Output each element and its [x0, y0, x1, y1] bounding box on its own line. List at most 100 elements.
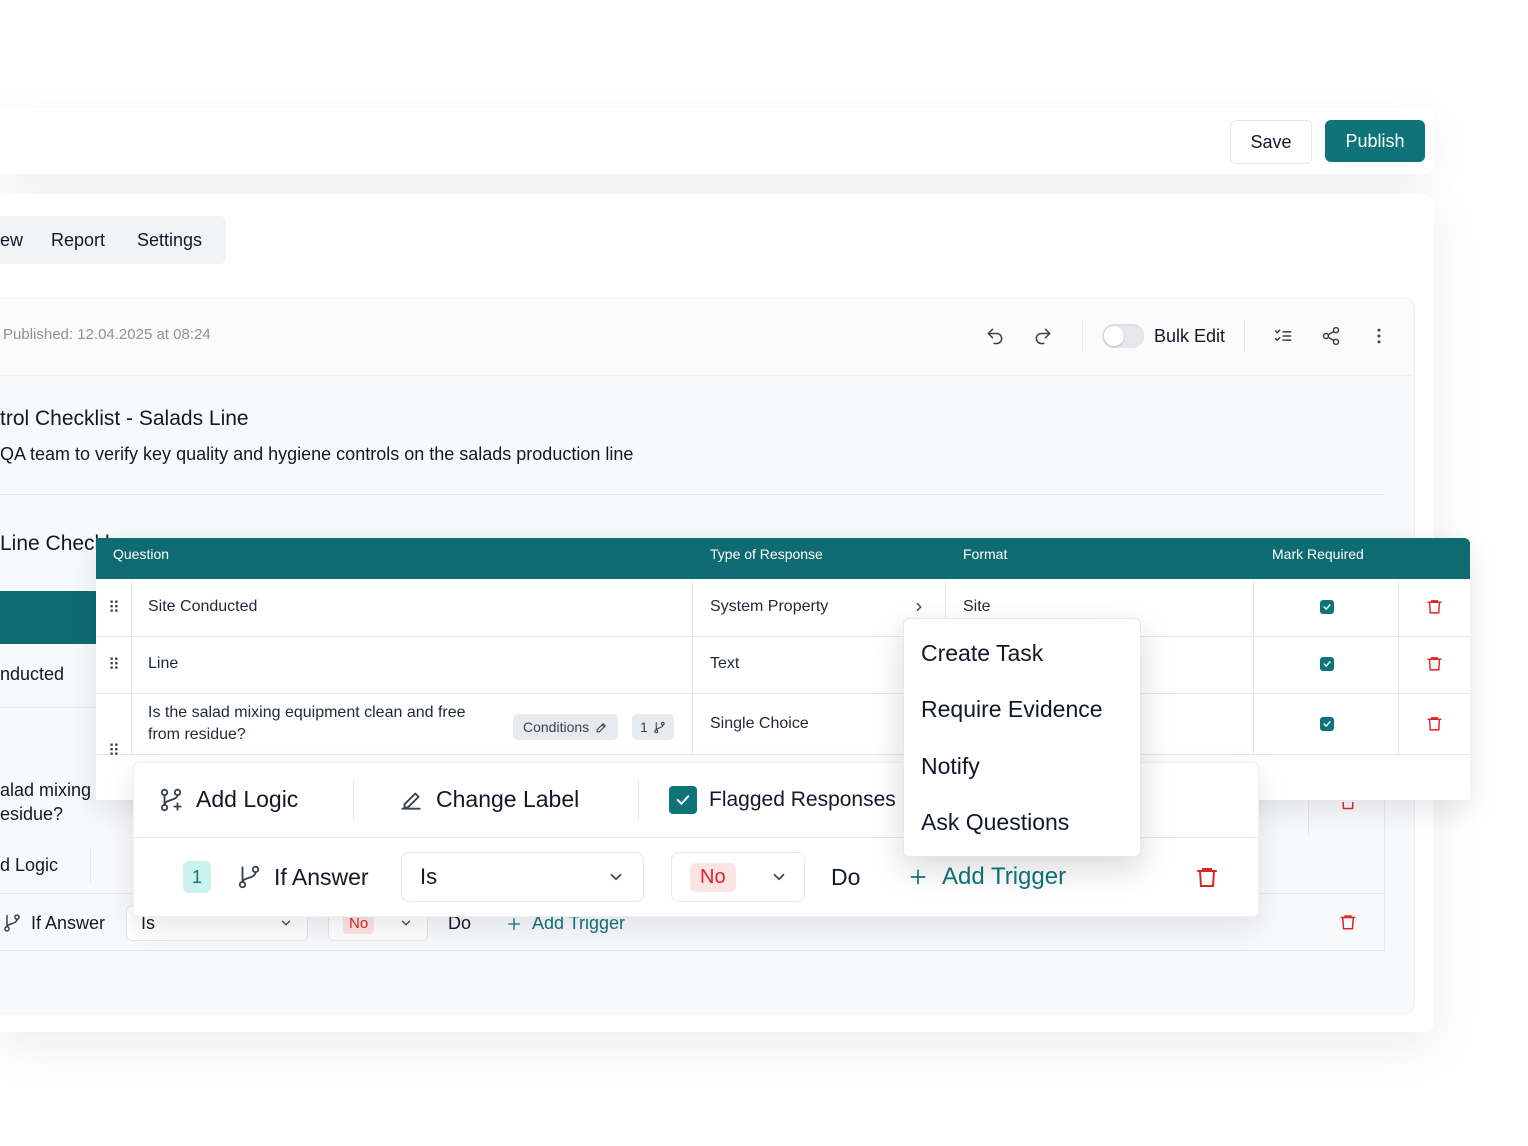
branch-icon: [236, 864, 262, 890]
required-checkbox[interactable]: [1320, 717, 1334, 731]
menu-item-notify[interactable]: Notify: [921, 753, 980, 780]
drag-handle-icon[interactable]: ⠿: [108, 741, 120, 761]
answer-value: No: [690, 862, 736, 892]
bg-border: [1384, 800, 1385, 950]
undo-icon[interactable]: [985, 326, 1005, 346]
publish-button[interactable]: Publish: [1325, 120, 1425, 162]
add-trigger-button[interactable]: Add Trigger: [908, 863, 1066, 891]
chevron-down-icon: [399, 916, 413, 930]
menu-item-create-task[interactable]: Create Task: [921, 640, 1043, 667]
logic-divider: [638, 780, 639, 820]
share-icon[interactable]: [1321, 326, 1341, 346]
tab-settings[interactable]: Settings: [137, 230, 202, 251]
row-divider: [96, 754, 1470, 755]
operator-select[interactable]: Is: [401, 852, 644, 902]
flagged-checkbox[interactable]: [669, 786, 697, 814]
column-divider: [1253, 579, 1254, 755]
question-cell[interactable]: Line: [148, 655, 178, 673]
format-cell[interactable]: Site: [963, 598, 991, 616]
flagged-label: Flagged Responses: [709, 788, 896, 811]
trash-icon[interactable]: [1426, 598, 1443, 615]
trash-icon[interactable]: [1426, 655, 1443, 672]
section-divider: [0, 494, 1385, 495]
pencil-icon: [398, 787, 424, 813]
drag-handle-icon[interactable]: ⠿: [108, 655, 120, 675]
chevron-down-icon: [607, 868, 625, 886]
row-divider: [96, 636, 1470, 637]
response-type-cell[interactable]: Text: [710, 655, 739, 673]
toolbar-divider: [1244, 321, 1245, 351]
column-divider: [692, 579, 693, 755]
selected-row-highlight: [0, 591, 100, 644]
answer-select[interactable]: No: [671, 852, 805, 902]
add-trigger-label: Add Trigger: [942, 863, 1067, 890]
menu-item-require-evidence[interactable]: Require Evidence: [921, 696, 1103, 723]
chevron-down-icon: [770, 868, 788, 886]
trash-icon[interactable]: [1195, 865, 1219, 889]
required-checkbox[interactable]: [1320, 657, 1334, 671]
checklist-icon[interactable]: [1273, 326, 1293, 346]
branch-count-badge[interactable]: 1: [632, 714, 674, 740]
question-cell[interactable]: from residue?: [148, 726, 246, 744]
bg-if-answer: If Answer: [31, 913, 106, 933]
response-type-cell[interactable]: Single Choice: [710, 715, 809, 733]
branch-count: 1: [640, 719, 648, 735]
save-button[interactable]: Save: [1230, 120, 1312, 164]
row-divider: [96, 693, 1470, 694]
column-header-question: Question: [113, 546, 170, 562]
checklist-title: trol Checklist - Salads Line: [0, 407, 249, 430]
bulk-edit-label: Bulk Edit: [1154, 326, 1226, 346]
bg-question-text: alad mixing: [0, 780, 92, 800]
question-cell[interactable]: Is the salad mixing equipment clean and …: [148, 704, 466, 722]
flagged-responses-option[interactable]: Flagged Responses: [669, 786, 896, 814]
if-answer-label: If Answer: [274, 864, 369, 890]
bg-question-text: nducted: [0, 664, 65, 684]
tab-preview[interactable]: ew: [0, 230, 23, 251]
response-type-cell[interactable]: System Property: [710, 598, 828, 616]
chevron-down-icon: [279, 916, 293, 930]
trash-icon[interactable]: [1339, 802, 1357, 812]
rule-number-badge: 1: [183, 861, 211, 893]
chevron-right-icon[interactable]: [912, 600, 926, 614]
add-logic-button[interactable]: Add Logic: [158, 786, 298, 813]
required-checkbox[interactable]: [1320, 600, 1334, 614]
question-cell[interactable]: Site Conducted: [148, 598, 257, 616]
checklist-description: QA team to verify key quality and hygien…: [0, 444, 634, 464]
plus-icon: [908, 867, 928, 887]
column-header-type: Type of Response: [710, 546, 823, 562]
conditions-label: Conditions: [523, 719, 590, 735]
menu-item-ask-questions[interactable]: Ask Questions: [921, 809, 1069, 836]
trash-icon[interactable]: [1339, 913, 1357, 931]
conditions-button[interactable]: Conditions: [513, 714, 619, 740]
bulk-edit-toggle[interactable]: [1102, 324, 1144, 348]
branch-icon: [653, 721, 666, 734]
do-label: Do: [831, 864, 861, 890]
bg-border: [1308, 800, 1309, 836]
top-bar: [0, 108, 1434, 174]
column-divider: [131, 579, 132, 755]
redo-icon[interactable]: [1033, 326, 1053, 346]
bg-add-logic[interactable]: d Logic: [0, 855, 58, 876]
bg-divider: [90, 848, 91, 882]
bg-question-text: esidue?: [0, 804, 64, 824]
change-label-label: Change Label: [436, 786, 580, 812]
branch-icon: [2, 913, 22, 933]
add-branch-icon: [158, 787, 184, 813]
published-status: Published: 12.04.2025 at 08:24: [3, 326, 211, 343]
more-vertical-icon[interactable]: [1369, 326, 1389, 346]
trash-icon[interactable]: [1426, 715, 1443, 732]
toolbar-divider: [1082, 321, 1083, 351]
operator-value: Is: [420, 864, 438, 889]
pencil-icon: [595, 721, 608, 734]
logic-divider: [353, 780, 354, 820]
tab-report[interactable]: Report: [51, 230, 105, 251]
row-divider: [0, 707, 100, 708]
row-divider: [0, 950, 1385, 951]
column-header-format: Format: [963, 546, 1008, 562]
drag-handle-icon[interactable]: ⠿: [108, 598, 120, 618]
section-title: Line Checkl: [0, 532, 110, 555]
column-divider: [1398, 579, 1399, 755]
column-header-required: Mark Required: [1272, 546, 1364, 562]
add-logic-label: Add Logic: [196, 786, 299, 812]
change-label-button[interactable]: Change Label: [398, 786, 579, 813]
